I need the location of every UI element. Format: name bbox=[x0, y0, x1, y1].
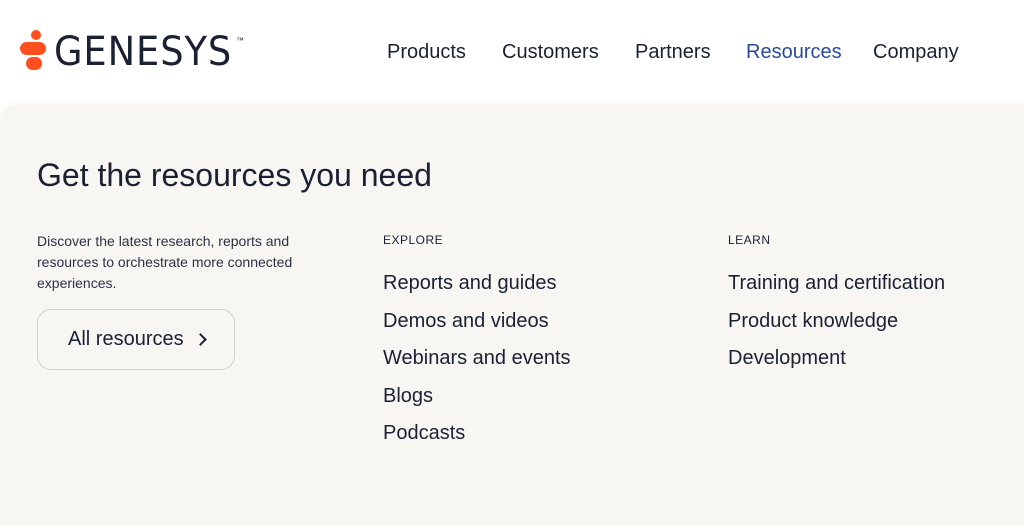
nav-resources[interactable]: Resources bbox=[746, 38, 842, 66]
learn-heading: LEARN bbox=[728, 233, 771, 247]
nav-customers[interactable]: Customers bbox=[502, 38, 599, 66]
genesys-logo[interactable]: GENESYS ™ bbox=[20, 30, 248, 74]
chevron-right-icon bbox=[193, 333, 207, 346]
link-demos-and-videos[interactable]: Demos and videos bbox=[383, 307, 571, 345]
logo-trademark: ™ bbox=[236, 36, 244, 45]
nav-company[interactable]: Company bbox=[873, 38, 959, 66]
nav-partners[interactable]: Partners bbox=[635, 38, 711, 66]
learn-column: LEARN Training and certification Product… bbox=[728, 233, 945, 382]
site-header: GENESYS ™ Products Customers Partners Re… bbox=[0, 0, 1024, 104]
nav-products[interactable]: Products bbox=[387, 38, 466, 66]
link-podcasts[interactable]: Podcasts bbox=[383, 419, 571, 457]
link-training-and-certification[interactable]: Training and certification bbox=[728, 269, 945, 307]
all-resources-label: All resources bbox=[68, 328, 184, 350]
link-blogs[interactable]: Blogs bbox=[383, 382, 571, 420]
explore-heading: EXPLORE bbox=[383, 233, 444, 247]
panel-description: Discover the latest research, reports an… bbox=[37, 233, 293, 291]
panel-title: Get the resources you need bbox=[37, 157, 432, 193]
resources-mega-menu: Get the resources you need Discover the … bbox=[0, 105, 1024, 525]
genesys-logo-mark-icon bbox=[20, 30, 46, 74]
logo-wordmark: GENESYS bbox=[54, 29, 233, 75]
link-reports-and-guides[interactable]: Reports and guides bbox=[383, 269, 571, 307]
explore-column: EXPLORE Reports and guides Demos and vid… bbox=[383, 233, 571, 457]
link-webinars-and-events[interactable]: Webinars and events bbox=[383, 344, 571, 382]
link-development[interactable]: Development bbox=[728, 344, 945, 382]
link-product-knowledge[interactable]: Product knowledge bbox=[728, 307, 945, 345]
all-resources-button[interactable]: All resources bbox=[37, 309, 235, 370]
